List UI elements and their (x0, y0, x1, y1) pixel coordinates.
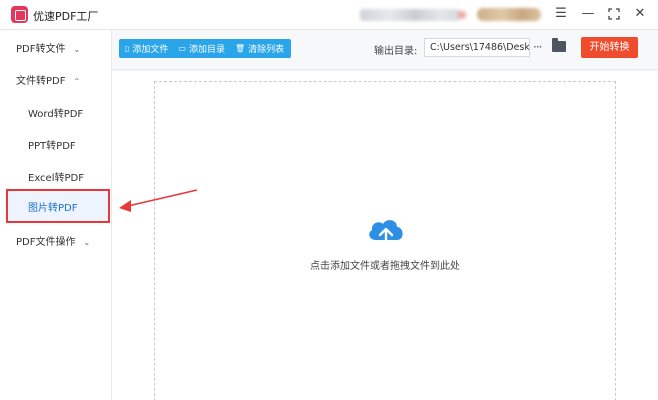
add-directory-button[interactable]: ▭ 添加目录 (178, 42, 225, 55)
toolbar: ▯ 添加文件 ▭ 添加目录 🗑 清除列表 输出目录: C:\Users\1748… (112, 30, 658, 70)
open-folder-icon[interactable] (552, 38, 566, 52)
main-content: 点击添加文件或者拖拽文件到此处 (112, 71, 658, 400)
blurred-account-info (360, 9, 460, 21)
sidebar-item-excel-to-pdf[interactable]: Excel转PDF (28, 169, 84, 184)
add-file-label: 添加文件 (132, 45, 169, 55)
file-actions-group: ▯ 添加文件 ▭ 添加目录 🗑 清除列表 (119, 39, 291, 58)
sidebar-item-label: 图片转PDF (28, 203, 78, 214)
add-directory-label: 添加目录 (188, 45, 225, 55)
output-path-field[interactable]: C:\Users\17486\Deskto (424, 38, 530, 57)
file-icon: ▯ (125, 44, 130, 53)
app-title: 优速PDF工厂 (33, 10, 99, 23)
menu-icon[interactable]: ☰ (553, 6, 569, 22)
sidebar-group-pdf-operations[interactable]: PDF文件操作 ⌄ (16, 233, 90, 248)
dropzone-hint: 点击添加文件或者拖拽文件到此处 (310, 261, 460, 272)
sidebar-item-word-to-pdf[interactable]: Word转PDF (28, 105, 83, 120)
sidebar-group-label: PDF转文件 (16, 44, 66, 55)
title-bar: 优速PDF工厂 ☰ — ✕ (0, 0, 658, 30)
add-file-button[interactable]: ▯ 添加文件 (125, 42, 168, 55)
folder-icon: ▭ (178, 44, 186, 53)
start-convert-button[interactable]: 开始转换 (581, 37, 638, 58)
output-directory-label: 输出目录: (374, 46, 418, 57)
sidebar: PDF转文件 ⌄ 文件转PDF ⌃ Word转PDF PPT转PDF Excel转P… (0, 30, 112, 400)
chevron-down-icon: ⌄ (83, 238, 91, 247)
sidebar-group-pdf-to-file[interactable]: PDF转文件 ⌄ (16, 40, 80, 55)
app-logo-icon (11, 6, 28, 23)
cloud-upload-icon[interactable] (366, 216, 406, 248)
chevron-up-icon: ⌃ (73, 77, 81, 86)
sidebar-item-ppt-to-pdf[interactable]: PPT转PDF (28, 137, 76, 152)
trash-icon: 🗑 (235, 44, 246, 53)
chevron-down-icon: ⌄ (73, 45, 81, 54)
maximize-icon[interactable] (606, 6, 622, 22)
blurred-vip-badge[interactable] (477, 8, 541, 21)
sidebar-group-label: PDF文件操作 (16, 237, 76, 248)
sidebar-group-label: 文件转PDF (16, 76, 66, 87)
sidebar-group-file-to-pdf[interactable]: 文件转PDF ⌃ (16, 72, 80, 87)
clear-list-label: 清除列表 (248, 45, 285, 55)
sidebar-item-image-to-pdf[interactable]: 图片转PDF (6, 189, 110, 223)
clear-list-button[interactable]: 🗑 清除列表 (235, 42, 284, 55)
more-options-button[interactable]: ··· (533, 40, 543, 54)
minimize-icon[interactable]: — (580, 6, 596, 22)
close-icon[interactable]: ✕ (632, 6, 648, 22)
